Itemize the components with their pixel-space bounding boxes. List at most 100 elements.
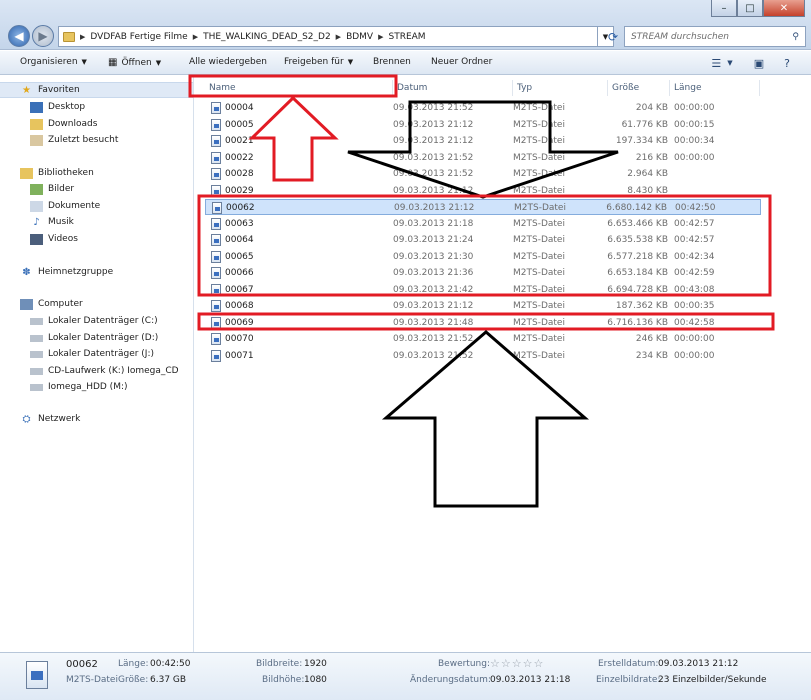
file-date: 09.03.2013 21:18 [393, 218, 474, 229]
video-file-icon [211, 102, 221, 114]
chevron-right-icon[interactable]: ▶ [193, 33, 198, 41]
back-button[interactable]: ◀ [8, 25, 30, 47]
file-date: 09.03.2013 21:12 [394, 203, 475, 213]
file-length: 00:42:59 [674, 268, 715, 278]
nav-computer[interactable]: Computer [0, 296, 83, 312]
file-size: 6.635.538 KB [607, 235, 668, 245]
view-options-icon[interactable]: ☰ ▼ [707, 55, 737, 71]
breadcrumb-item[interactable]: BDMV [346, 32, 373, 42]
table-row[interactable]: 00066 09.03.2013 21:36 M2TS-Datei 6.653.184… [205, 265, 761, 281]
column-header-size[interactable]: Größe [608, 80, 670, 96]
nav-drive-j[interactable]: Lokaler Datenträger (J:) [0, 346, 154, 362]
nav-homegroup[interactable]: ✽ Heimnetzgruppe [0, 264, 113, 280]
command-bar: Organisieren ▼ ▦ Öffnen ▼ Alle wiedergeben… [0, 51, 811, 75]
table-row[interactable]: 00021 09.03.2013 21:12 M2TS-Datei 197.334 K… [205, 133, 761, 149]
refresh-icon[interactable]: ⟳ [604, 26, 622, 47]
table-row[interactable]: 00004 09.03.2013 21:52 M2TS-Datei 204 KB 00:… [205, 100, 761, 116]
nav-label: Lokaler Datenträger (D:) [48, 333, 159, 343]
table-row[interactable]: 00069 09.03.2013 21:48 M2TS-Datei 6.716.136… [205, 315, 761, 331]
organize-button[interactable]: Organisieren ▼ [20, 57, 87, 67]
drive-icon [30, 334, 43, 342]
table-row[interactable]: 00029 09.03.2013 21:12 M2TS-Datei 8.430 KB [205, 183, 761, 199]
detail-modified-value: 09.03.2013 21:18 [490, 675, 571, 685]
table-row[interactable]: 00071 09.03.2013 21:52 M2TS-Datei 234 KB 00:… [205, 348, 761, 364]
nav-network[interactable]: ⛭ Netzwerk [0, 411, 81, 427]
file-date: 09.03.2013 21:52 [393, 152, 474, 163]
file-name: 00022 [225, 152, 254, 163]
nav-drive-m[interactable]: Iomega_HDD (M:) [0, 379, 128, 395]
close-icon[interactable]: ✕ [763, 0, 805, 17]
search-input[interactable]: STREAM durchsuchen ⚲ [624, 26, 806, 47]
pictures-icon [30, 183, 43, 195]
detail-framerate-label: Einzelbildrate: [596, 675, 661, 685]
table-row[interactable]: 00063 09.03.2013 21:18 M2TS-Datei 6.653.466… [205, 216, 761, 232]
drive-icon [30, 383, 43, 391]
nav-pictures[interactable]: Bilder [0, 181, 74, 197]
table-row[interactable]: 00005 09.03.2013 21:12 M2TS-Datei 61.776 KB… [205, 117, 761, 133]
nav-label: Videos [48, 234, 78, 244]
table-row[interactable]: 00028 09.03.2013 21:52 M2TS-Datei 2.964 KB [205, 166, 761, 182]
breadcrumb-item[interactable]: THE_WALKING_DEAD_S2_D2 [203, 32, 331, 42]
table-row[interactable]: 00064 09.03.2013 21:24 M2TS-Datei 6.635.538… [205, 232, 761, 248]
file-length: 00:00:15 [674, 119, 715, 130]
burn-button[interactable]: Brennen [373, 57, 411, 67]
chevron-right-icon[interactable]: ▶ [378, 33, 383, 41]
detail-file-type: M2TS-Datei [66, 675, 118, 685]
detail-width-value: 1920 [304, 659, 327, 669]
breadcrumb-item[interactable]: STREAM [388, 32, 425, 42]
column-header-type[interactable]: Typ [513, 80, 608, 96]
file-type: M2TS-Datei [513, 119, 565, 130]
nav-recent[interactable]: Zuletzt besucht [0, 132, 118, 148]
column-label: Größe [612, 83, 640, 93]
table-row[interactable]: 00067 09.03.2013 21:42 M2TS-Datei 6.694.728… [205, 282, 761, 298]
table-row[interactable]: 00070 09.03.2013 21:52 M2TS-Datei 246 KB 00:… [205, 331, 761, 347]
nav-drive-d[interactable]: Lokaler Datenträger (D:) [0, 330, 158, 346]
open-button[interactable]: ▦ Öffnen ▼ [108, 57, 161, 68]
column-header-date[interactable]: Datum [393, 80, 513, 96]
nav-downloads[interactable]: Downloads [0, 116, 97, 132]
play-all-button[interactable]: Alle wiedergeben [189, 57, 267, 67]
organize-label: Organisieren [20, 57, 78, 67]
star-icon: ★ [22, 84, 31, 96]
minimize-icon[interactable]: – [711, 0, 737, 17]
file-date: 09.03.2013 21:52 [393, 350, 474, 361]
share-button[interactable]: Freigeben für ▼ [284, 57, 353, 67]
file-name: 00068 [225, 301, 254, 311]
documents-icon [30, 200, 43, 212]
maximize-icon[interactable]: □ [737, 0, 763, 17]
nav-label: Heimnetzgruppe [38, 267, 114, 277]
nav-videos[interactable]: Videos [0, 231, 78, 247]
file-name: 00070 [225, 334, 254, 344]
column-header-length[interactable]: Länge [670, 80, 760, 96]
file-name: 00064 [225, 235, 254, 245]
nav-libraries[interactable]: Bibliotheken [0, 165, 94, 181]
chevron-right-icon[interactable]: ▶ [336, 33, 341, 41]
nav-desktop[interactable]: Desktop [0, 99, 85, 115]
table-row[interactable]: 00062 09.03.2013 21:12 M2TS-Datei 6.680.142… [205, 199, 761, 215]
nav-label: Iomega_HDD (M:) [48, 382, 128, 392]
breadcrumb-item[interactable]: DVDFAB Fertige Filme [90, 32, 187, 42]
table-row[interactable]: 00065 09.03.2013 21:30 M2TS-Datei 6.577.218… [205, 249, 761, 265]
file-length: 00:42:57 [674, 235, 715, 245]
table-row[interactable]: 00022 09.03.2013 21:52 M2TS-Datei 216 KB 00:… [205, 150, 761, 166]
forward-button[interactable]: ▶ [32, 25, 54, 47]
address-bar[interactable]: ▶ DVDFAB Fertige Filme ▶ THE_WALKING_DEA… [58, 26, 598, 47]
media-player-icon: ▦ [108, 57, 118, 68]
table-row[interactable]: 00068 09.03.2013 21:12 M2TS-Datei 187.362 K… [205, 298, 761, 314]
nav-favorites[interactable]: ★ Favoriten [0, 82, 193, 98]
nav-drive-k[interactable]: CD-Laufwerk (K:) Iomega_CD [0, 363, 179, 379]
nav-documents[interactable]: Dokumente [0, 198, 100, 214]
detail-framerate-value: 23 Einzelbilder/Sekunde [658, 675, 767, 685]
nav-drive-c[interactable]: Lokaler Datenträger (C:) [0, 313, 158, 329]
video-file-icon [211, 217, 221, 230]
drive-icon [30, 350, 43, 358]
help-icon[interactable]: ? [778, 55, 796, 71]
nav-music[interactable]: ♪ Musik [0, 214, 74, 230]
preview-pane-icon[interactable]: ▣ [750, 55, 768, 71]
file-size: 6.680.142 KB [606, 203, 667, 213]
file-size: 187.362 KB [615, 301, 668, 311]
column-header-name[interactable]: Name [205, 80, 393, 96]
new-folder-button[interactable]: Neuer Ordner [431, 57, 492, 67]
rating-stars[interactable]: ☆☆☆☆☆ [490, 657, 544, 670]
file-date: 09.03.2013 21:12 [393, 136, 474, 146]
